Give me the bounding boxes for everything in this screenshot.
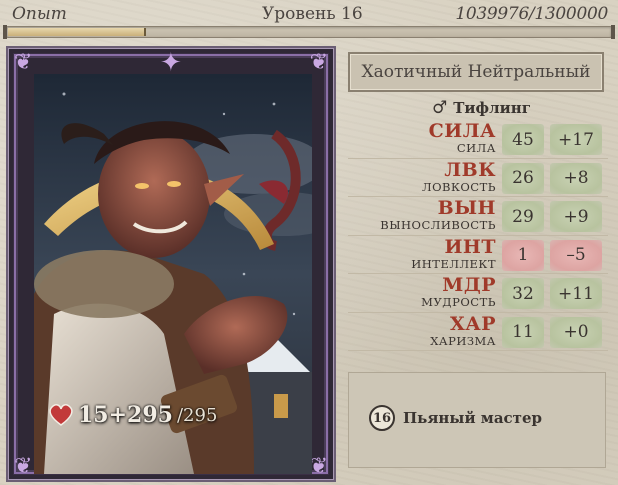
stat-full-name: ХАРИЗМА (430, 333, 496, 348)
class-name: Пьяный мастер (403, 409, 542, 427)
xp-label: Опыт (12, 4, 67, 24)
xp-value: 1039976/1300000 (455, 4, 608, 24)
class-entry[interactable]: 16 Пьяный мастер (369, 405, 542, 431)
stat-full-name: ВЫНОСЛИВОСТЬ (380, 218, 496, 232)
stat-row-intelligence: ИНТ ИНТЕЛЛЕКТ 1 –5 (348, 235, 608, 274)
stat-full-name: СИЛА (456, 141, 496, 155)
stat-abbr: ВЫН (437, 197, 496, 219)
stat-modifier: +9 (550, 201, 602, 232)
male-icon: ♂ (432, 98, 448, 118)
stat-abbr: ЛВК (444, 158, 496, 181)
stat-row-wisdom: МДР МУДРОСТЬ 32 +11 (348, 274, 608, 313)
stat-modifier: +8 (550, 162, 602, 194)
alignment-text: Хаотичный Нейтральный (361, 62, 591, 82)
stat-score: 45 (502, 124, 544, 155)
frame-ornament-icon: ❦ (14, 454, 33, 479)
frame-ornament-icon: ❦ (14, 50, 33, 75)
stat-full-name: ЛОВКОСТЬ (421, 179, 496, 194)
race-row: ♂ Тифлинг (432, 98, 531, 118)
frame-crest-icon: ✦ (160, 48, 182, 78)
stat-abbr: СИЛА (428, 120, 496, 142)
stat-score: 11 (502, 316, 544, 348)
frame-ornament-icon: ❦ (309, 50, 328, 75)
class-panel: 16 Пьяный мастер (348, 372, 606, 468)
stat-row-constitution: ВЫН ВЫНОСЛИВОСТЬ 29 +9 (348, 197, 608, 236)
race-label: Тифлинг (453, 99, 531, 117)
xp-progress-fill (8, 28, 146, 36)
stat-full-name: МУДРОСТЬ (421, 295, 496, 309)
stat-row-strength: СИЛА СИЛА 45 +17 (348, 120, 608, 159)
frame-ornament-icon: ❦ (309, 454, 328, 479)
stat-modifier: +0 (550, 316, 602, 348)
xp-progress-bar (3, 25, 615, 39)
hp-max: /295 (176, 404, 218, 426)
stat-abbr: ХАР (449, 312, 496, 335)
level-label: Уровень 16 (262, 4, 363, 24)
stat-abbr: ИНТ (444, 235, 496, 258)
ability-scores: СИЛА СИЛА 45 +17 ЛВК ЛОВКОСТЬ 26 +8 ВЫН … (348, 120, 608, 351)
stat-row-charisma: ХАР ХАРИЗМА 11 +0 (348, 312, 608, 351)
stat-score: 1 (502, 239, 544, 271)
stat-modifier: –5 (550, 239, 602, 271)
hp-display: 15+295 /295 (48, 402, 217, 428)
stat-abbr: МДР (442, 274, 496, 296)
stat-full-name: ИНТЕЛЛЕКТ (411, 256, 496, 271)
stat-row-dexterity: ЛВК ЛОВКОСТЬ 26 +8 (348, 158, 608, 197)
hp-current: 15+295 (78, 402, 173, 428)
stat-score: 26 (502, 162, 544, 194)
stat-modifier: +17 (550, 124, 602, 155)
stat-modifier: +11 (550, 278, 602, 309)
xp-header: Опыт Уровень 16 1039976/1300000 (0, 0, 618, 28)
stat-score: 32 (502, 278, 544, 309)
alignment-box: Хаотичный Нейтральный (348, 52, 604, 92)
class-level-badge: 16 (369, 405, 395, 431)
stat-score: 29 (502, 201, 544, 232)
heart-icon (49, 404, 73, 426)
